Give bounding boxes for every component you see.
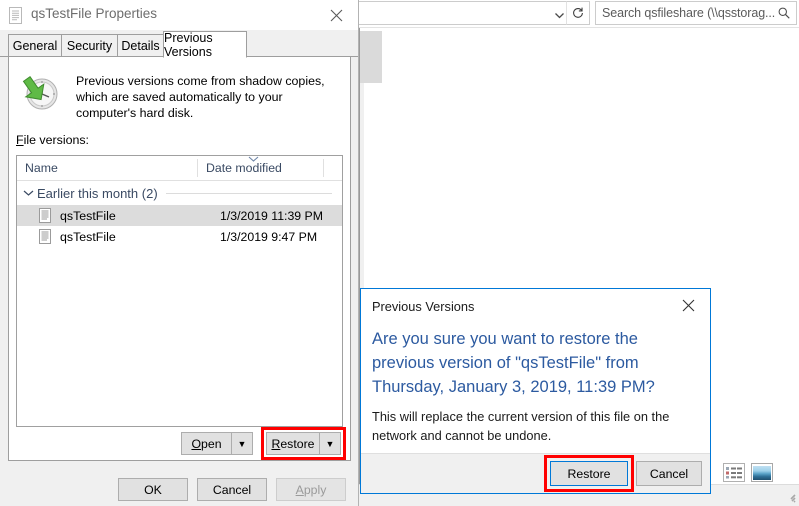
file-date-cell: 1/3/2019 11:39 PM [220,208,324,223]
column-header-date-modified[interactable]: Date modified [198,156,323,180]
tab-previous-versions[interactable]: Previous Versions [163,31,247,59]
confirm-dialog-title: Previous Versions [372,299,475,314]
confirm-restore-dialog: Previous Versions Are you sure you want … [360,288,711,494]
document-icon [39,229,51,244]
document-icon [9,7,22,24]
chevron-up-icon [248,156,259,163]
apply-button: Apply [276,478,346,501]
confirm-dialog-body: This will replace the current version of… [372,409,670,443]
properties-title-text: qsTestFile Properties [31,6,158,21]
file-name-cell: qsTestFile [60,208,116,223]
file-versions-label: File versions: [16,133,89,147]
list-group-label: Earlier this month (2) [37,185,158,201]
close-icon[interactable] [314,0,358,30]
confirm-restore-highlight [544,455,634,492]
open-label-rest: pen [201,436,222,451]
file-date-cell: 1/3/2019 9:47 PM [220,229,318,244]
large-icons-view-button[interactable] [751,463,773,482]
tab-details[interactable]: Details [117,34,164,57]
refresh-icon[interactable] [566,1,590,25]
properties-tab-strip: General Security Details Previous Versio… [0,30,358,59]
explorer-toolbar: Search qsfileshare (\\qsstorag... [359,0,799,27]
large-icons-view-icon [753,465,771,480]
confirm-cancel-button[interactable]: Cancel [636,461,702,486]
restore-button-highlight [261,427,346,460]
file-versions-label-rest: ile versions: [23,133,89,147]
column-separator-end[interactable] [323,159,324,177]
details-view-button[interactable] [723,463,745,482]
ok-button[interactable]: OK [118,478,188,501]
chevron-down-icon[interactable] [23,189,37,197]
open-dropdown-arrow-icon[interactable]: ▼ [231,433,252,454]
list-group-header[interactable]: Earlier this month (2) [17,181,342,205]
screenshot-root: Search qsfileshare (\\qsstorag... qsTest… [0,0,799,506]
document-icon [39,208,51,223]
toolbar-separator [359,27,799,28]
file-versions-list[interactable]: Name Date modified Earlier this month (2… [16,155,343,427]
column-header-name[interactable]: Name [17,156,197,180]
table-row[interactable]: qsTestFile 1/3/2019 9:47 PM [17,226,342,247]
group-divider [165,192,332,194]
apply-accel: A [295,482,304,497]
file-name-cell: qsTestFile [60,229,116,244]
file-versions-accel: F [16,133,24,147]
tab-security[interactable]: Security [61,34,118,57]
open-button[interactable]: Open [182,433,231,454]
clock-restore-icon [22,76,58,110]
properties-dialog: qsTestFile Properties General Security D… [0,0,359,506]
search-input[interactable]: Search qsfileshare (\\qsstorag... [595,1,797,25]
address-bar-input[interactable] [359,1,585,25]
properties-title-bar: qsTestFile Properties [0,0,358,30]
window-resize-grip[interactable] [784,491,796,503]
column-header-name-label: Name [25,161,58,175]
open-split-button[interactable]: Open ▼ [181,432,253,455]
search-icon[interactable] [776,5,792,21]
previous-versions-description: Previous versions come from shadow copie… [76,74,325,120]
close-icon[interactable] [668,291,708,319]
navigation-pane-item-block [360,31,382,83]
list-header-row: Name Date modified [17,156,342,181]
search-placeholder-text: Search qsfileshare (\\qsstorag... [602,6,776,20]
table-row[interactable]: qsTestFile 1/3/2019 11:39 PM [17,205,342,226]
tab-general[interactable]: General [8,34,62,57]
view-mode-buttons [723,463,773,482]
confirm-dialog-headline: Are you sure you want to restore the pre… [372,330,655,396]
open-accel: O [191,436,202,451]
cancel-button[interactable]: Cancel [197,478,267,501]
apply-label-rest: pply [303,482,327,497]
column-header-date-label: Date modified [206,161,282,175]
